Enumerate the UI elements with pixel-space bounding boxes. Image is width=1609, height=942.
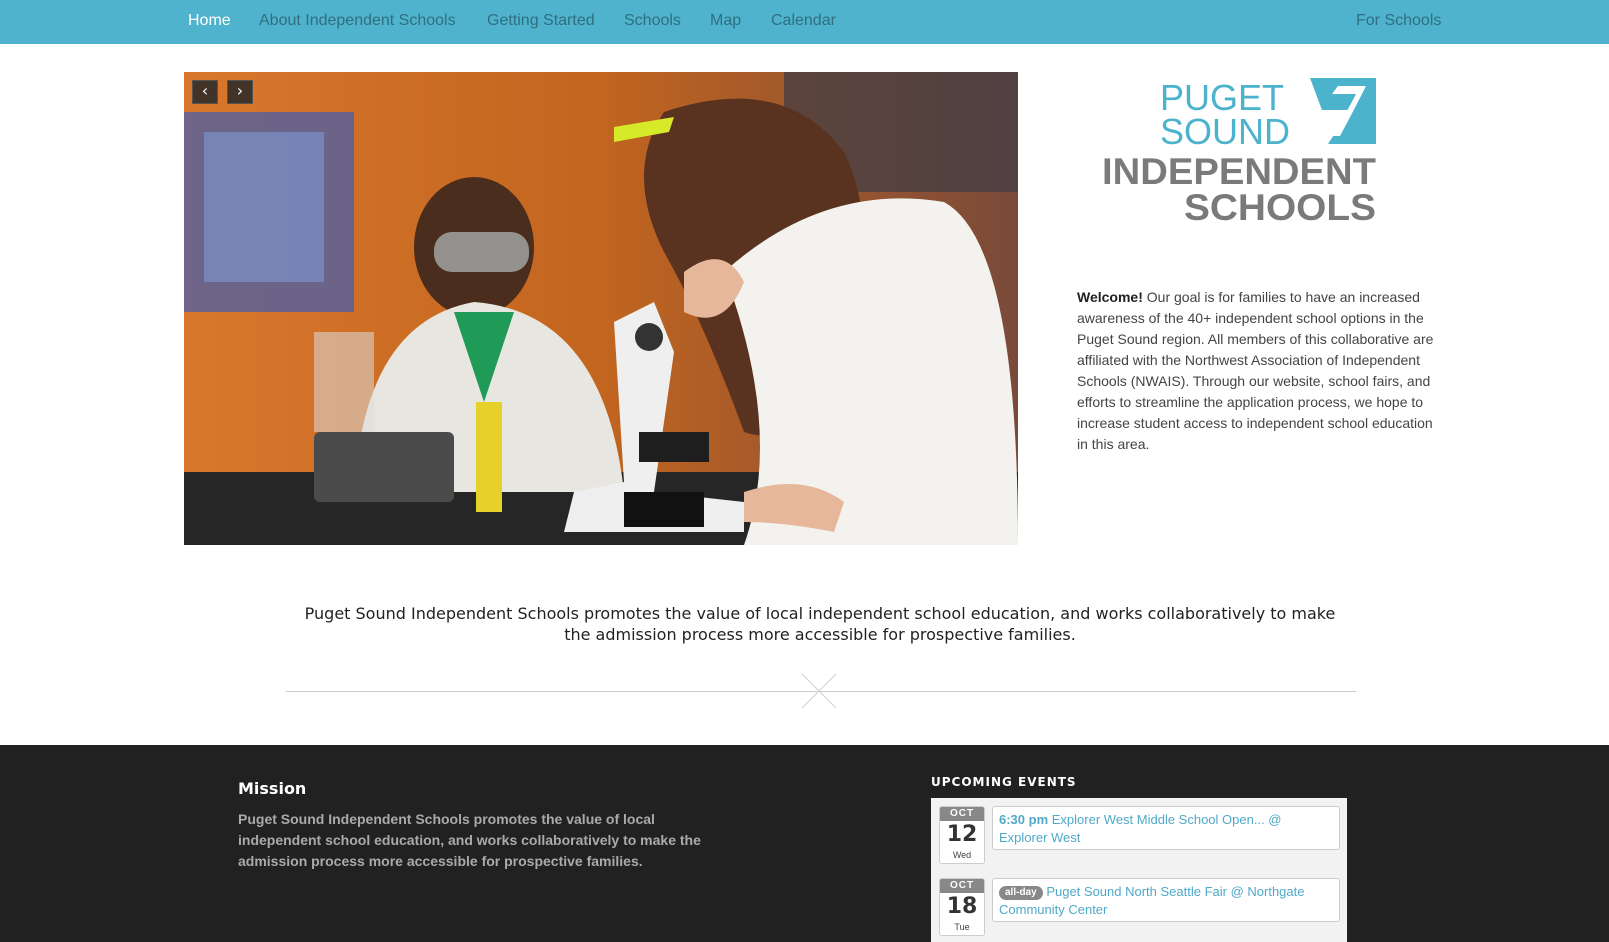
event-title-link[interactable]: Puget Sound North Seattle Fair @ Northga… [999,884,1304,917]
divider-x-icon [801,673,837,709]
logo-line-4: SCHOOLS [1184,187,1376,224]
nav-calendar[interactable]: Calendar [771,12,836,30]
event-card[interactable]: 6:30 pm Explorer West Middle School Open… [992,806,1340,850]
top-navbar: Home About Independent Schools Getting S… [0,0,1609,44]
event-item[interactable]: OCT 18 Tue all-day Puget Sound North Sea… [939,878,1340,940]
upcoming-events-heading: UPCOMING EVENTS [931,775,1077,789]
all-day-badge: all-day [999,886,1043,900]
mission-text: Puget Sound Independent Schools promotes… [238,811,701,869]
events-list: OCT 12 Wed 6:30 pm Explorer West Middle … [931,798,1347,942]
event-weekday: Wed [952,850,972,860]
puget-sound-logo[interactable]: PUGET SOUND INDEPENDENT SCHOOLS [1100,76,1380,228]
mission-heading: Mission [238,779,307,798]
event-date-badge: OCT 18 Tue [939,878,985,936]
nav-schools[interactable]: Schools [624,12,681,30]
nav-map[interactable]: Map [710,12,741,30]
event-month: OCT [940,807,984,821]
nav-home[interactable]: Home [188,12,231,30]
nav-about-independent-schools[interactable]: About Independent Schools [259,12,456,30]
event-item[interactable]: OCT 12 Wed 6:30 pm Explorer West Middle … [939,806,1340,868]
footer: Mission Puget Sound Independent Schools … [0,745,1609,942]
hero-photo [184,72,1018,545]
welcome-lead: Welcome! [1077,289,1143,305]
slider-prev-button[interactable]: ‹ [192,80,218,104]
event-weekday: Tue [954,922,970,932]
mission-tagline: Puget Sound Independent Schools promotes… [304,604,1336,644]
hero-slideshow[interactable]: ‹ › [184,72,1018,545]
welcome-paragraph: Welcome! Our goal is for families to hav… [1077,287,1447,455]
event-month: OCT [940,879,984,893]
welcome-text: Our goal is for families to have an incr… [1077,289,1434,452]
event-card[interactable]: all-day Puget Sound North Seattle Fair @… [992,878,1340,922]
event-time: 6:30 pm [999,812,1049,827]
event-date-badge: OCT 12 Wed [939,806,985,864]
nav-getting-started[interactable]: Getting Started [487,12,595,30]
logo-line-3: INDEPENDENT [1102,151,1376,192]
nav-for-schools[interactable]: For Schools [1356,12,1441,30]
event-day: 18 [946,894,978,919]
logo-line-2: SOUND [1160,111,1290,152]
chevron-right-icon: › [236,81,244,100]
event-day: 12 [946,822,978,847]
slider-next-button[interactable]: › [227,80,253,104]
chevron-left-icon: ‹ [201,81,209,100]
